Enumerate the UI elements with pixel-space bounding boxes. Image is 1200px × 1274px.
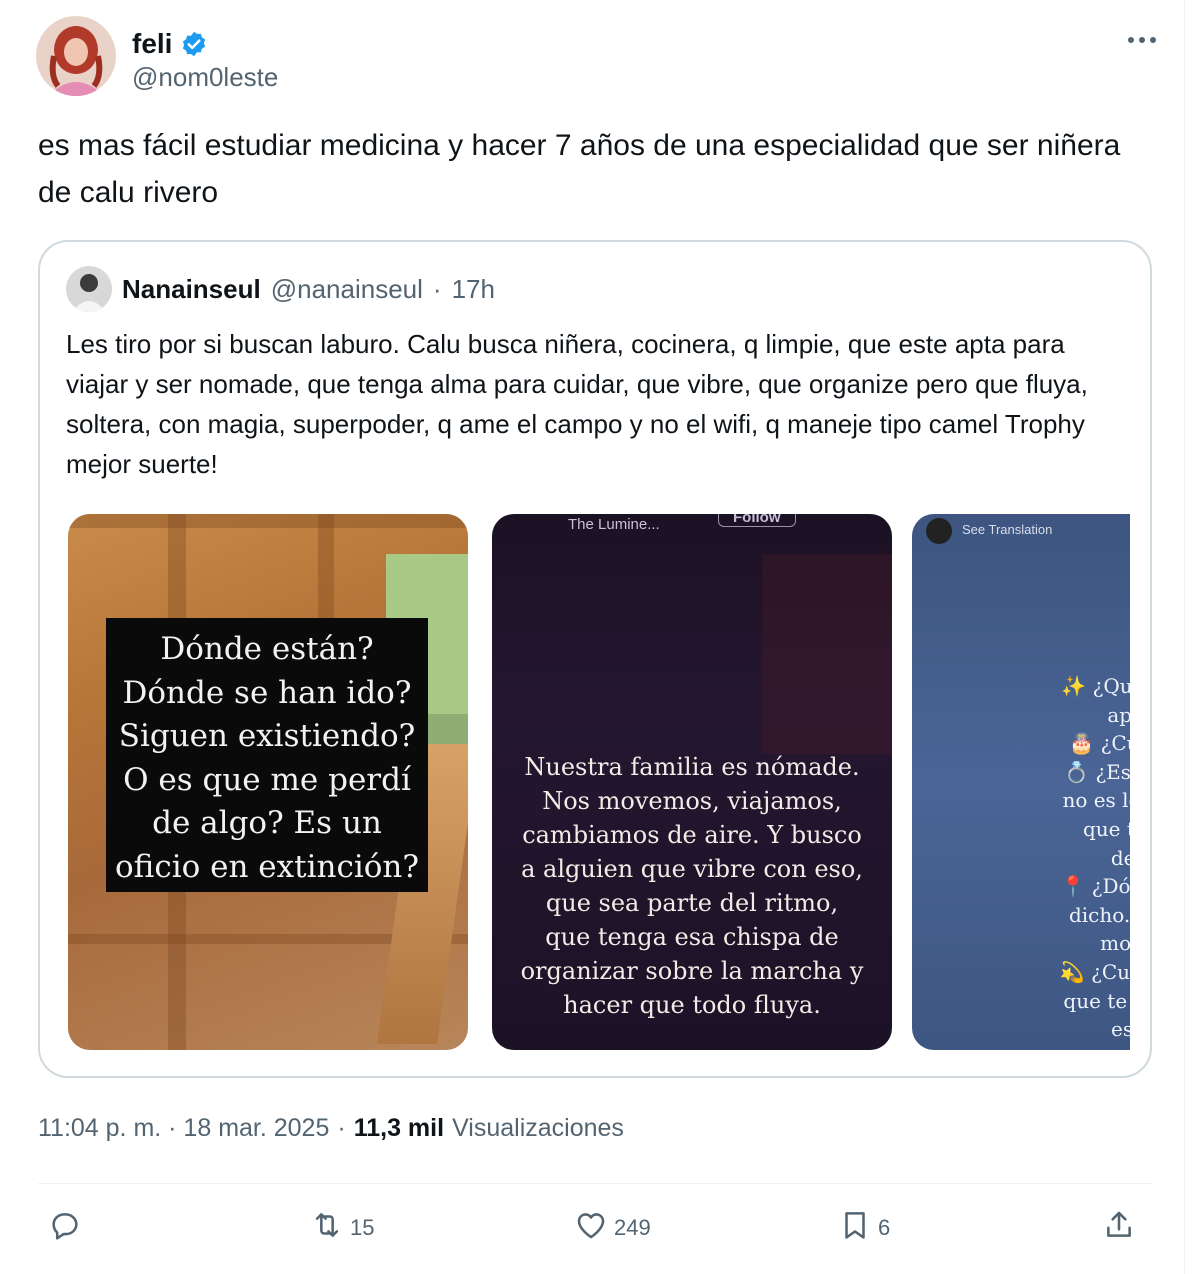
author-avatar[interactable] — [36, 16, 116, 96]
action-bar: 15 249 6 — [38, 1200, 1152, 1260]
more-options-icon[interactable] — [1122, 20, 1162, 60]
like-count: 249 — [614, 1215, 651, 1240]
tweet-meta: 11:04 p. m. · 18 mar. 2025 · 11,3 mil Vi… — [38, 1114, 624, 1143]
photo-blue-story-icon[interactable]: See Translation ✨ ¿Quién sos apell 🎂 ¿Cu… — [912, 514, 1130, 1050]
photo-1-caption: Dónde están? Dónde se han ido? Siguen ex… — [106, 618, 428, 892]
reply-icon — [48, 1208, 82, 1248]
author-name-row: feli — [132, 28, 208, 60]
share-icon — [1102, 1208, 1136, 1248]
tweet-text: es mas fácil estudiar medicina y hacer 7… — [38, 129, 1121, 209]
meta-separator: · — [337, 1114, 346, 1142]
photo-2-follow: Follow — [718, 514, 796, 527]
quote-separator: · — [432, 273, 442, 304]
actions-divider — [38, 1183, 1152, 1184]
photo-wood-cabin-icon[interactable]: Dónde están? Dónde se han ido? Siguen ex… — [68, 514, 468, 1050]
verified-badge-icon[interactable] — [180, 30, 208, 58]
retweet-icon — [310, 1208, 344, 1248]
photo-2-label: The Lumine... — [568, 516, 660, 533]
author-handle[interactable]: @nom0leste — [132, 62, 278, 93]
page-edge — [1184, 0, 1200, 1274]
quote-time[interactable]: 17h — [452, 274, 495, 305]
quote-author-avatar[interactable] — [66, 266, 112, 312]
heart-icon — [574, 1208, 608, 1248]
photo-dark-story-icon[interactable]: The Lumine... Follow Nuestra familia es … — [492, 514, 892, 1050]
bookmark-count: 6 — [878, 1215, 891, 1240]
like-button[interactable]: 249 — [574, 1200, 651, 1256]
photo-2-caption: Nuestra familia es nómade. Nos movemos, … — [520, 753, 864, 1019]
share-button[interactable] — [1102, 1200, 1136, 1256]
photo-3-caption: ✨ ¿Quién sos apell 🎂 ¿Cuántos 💍 ¿Estado … — [1059, 674, 1130, 1042]
reply-button[interactable] — [48, 1200, 88, 1256]
views-label: Visualizaciones — [452, 1114, 624, 1142]
photo-3-label: See Translation — [962, 522, 1053, 537]
retweet-button[interactable]: 15 — [310, 1200, 374, 1256]
tweet-header: feli @nom0leste — [36, 14, 1164, 100]
bookmark-button[interactable]: 6 — [838, 1200, 890, 1256]
quote-header: Nanainseul @nanainseul · 17h — [66, 266, 495, 312]
author-name[interactable]: feli — [132, 28, 172, 60]
tweet-timestamp[interactable]: 11:04 p. m. · 18 mar. 2025 — [38, 1114, 329, 1143]
quote-media-strip: Dónde están? Dónde se han ido? Siguen ex… — [68, 514, 1130, 1050]
retweet-count: 15 — [350, 1215, 375, 1240]
bookmark-icon — [838, 1208, 872, 1248]
views-count: 11,3 mil — [353, 1114, 445, 1142]
quoted-tweet[interactable]: Nanainseul @nanainseul · 17h Les tiro po… — [38, 240, 1152, 1078]
quote-author-name[interactable]: Nanainseul — [122, 274, 261, 305]
quote-text: Les tiro por si buscan laburo. Calu busc… — [66, 329, 1088, 479]
quote-author-handle[interactable]: @nanainseul — [271, 274, 423, 305]
photo-2-top-bar: The Lumine... Follow — [492, 514, 892, 536]
